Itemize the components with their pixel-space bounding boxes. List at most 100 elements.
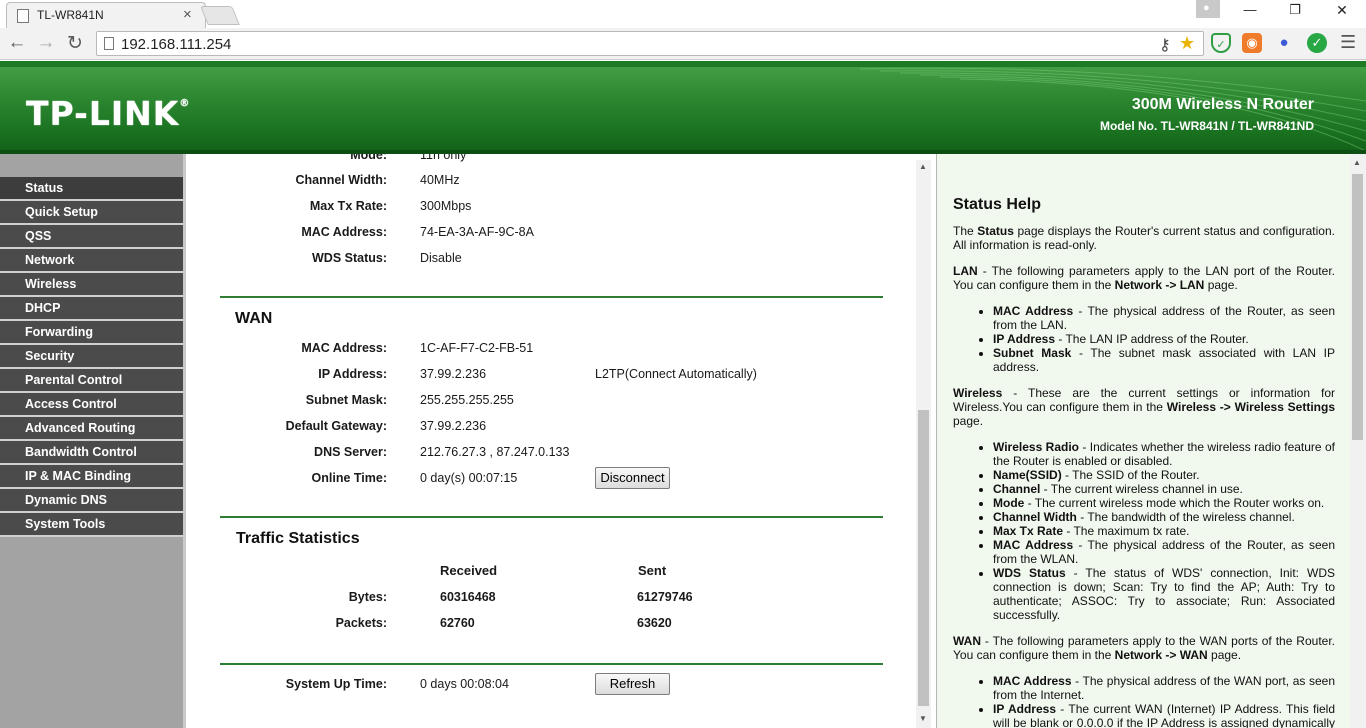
dns-server-label: DNS Server: bbox=[314, 445, 387, 459]
address-bar[interactable]: 192.168.111.254 ⚷ ★ bbox=[96, 31, 1204, 56]
list-item: WDS Status - The status of WDS' connecti… bbox=[993, 566, 1335, 622]
list-item: Wireless Radio - Indicates whether the w… bbox=[993, 440, 1335, 468]
system-uptime-label: System Up Time: bbox=[285, 677, 387, 691]
help-wan-paragraph: WAN - The following parameters apply to … bbox=[953, 634, 1335, 662]
menu-item-network[interactable]: Network bbox=[0, 249, 183, 273]
url-text[interactable]: 192.168.111.254 bbox=[121, 36, 231, 53]
reload-icon[interactable]: ↻ bbox=[64, 32, 86, 55]
help-text: - The LAN IP address of the Router. bbox=[1055, 332, 1249, 346]
menu-item-quick-setup[interactable]: Quick Setup bbox=[0, 201, 183, 225]
sent-column-header: Sent bbox=[638, 563, 667, 578]
menu-item-advanced-routing[interactable]: Advanced Routing bbox=[0, 417, 183, 441]
wan-subnet-mask-value: 255.255.255.255 bbox=[420, 393, 514, 407]
wan-subnet-mask-label: Subnet Mask: bbox=[305, 393, 387, 407]
online-time-label: Online Time: bbox=[311, 471, 387, 485]
scroll-up-arrow-icon[interactable]: ▲ bbox=[919, 162, 927, 171]
help-term: Channel bbox=[993, 482, 1041, 496]
help-term: Wireless Radio bbox=[993, 440, 1079, 454]
max-tx-rate-value: 300Mbps bbox=[420, 199, 472, 213]
wan-ip-label: IP Address: bbox=[318, 367, 387, 381]
menu-item-wireless[interactable]: Wireless bbox=[0, 273, 183, 297]
help-scrollbar[interactable]: ▲ bbox=[1350, 154, 1366, 728]
help-wan-list: MAC Address - The physical address of th… bbox=[953, 674, 1335, 728]
content-scrollbar-thumb[interactable] bbox=[918, 410, 929, 706]
wan-ip-value: 37.99.2.236 bbox=[420, 367, 487, 381]
menu-item-system-tools[interactable]: System Tools bbox=[0, 513, 183, 537]
wds-status-value: Disable bbox=[420, 251, 462, 265]
help-scroll-up-arrow-icon[interactable]: ▲ bbox=[1353, 158, 1361, 167]
tab-title: TL-WR841N bbox=[37, 8, 104, 22]
registered-mark: ® bbox=[179, 98, 191, 109]
bookmark-star-icon[interactable]: ★ bbox=[1179, 33, 1195, 54]
menu-item-dhcp[interactable]: DHCP bbox=[0, 297, 183, 321]
page-favicon-icon bbox=[17, 9, 29, 23]
wireless-mode-value: 11n only bbox=[420, 154, 467, 162]
tab-close-icon[interactable]: × bbox=[183, 6, 192, 23]
menu-item-access-control[interactable]: Access Control bbox=[0, 393, 183, 417]
key-icon[interactable]: ⚷ bbox=[1159, 35, 1171, 55]
close-window-button[interactable]: ✕ bbox=[1332, 2, 1352, 19]
profile-button[interactable]: ● bbox=[1196, 0, 1220, 18]
menu-item-qss[interactable]: QSS bbox=[0, 225, 183, 249]
help-text: - The bandwidth of the wireless channel. bbox=[1076, 510, 1295, 524]
product-name: 300M Wireless N Router bbox=[1131, 96, 1314, 113]
wireless-mode-label: Mode: bbox=[350, 154, 387, 162]
bytes-received-value: 60316468 bbox=[440, 590, 496, 604]
help-term: MAC Address bbox=[993, 674, 1072, 688]
browser-toolbar: ← → ↻ 192.168.111.254 ⚷ ★ bbox=[0, 28, 1366, 60]
help-term: WDS Status bbox=[993, 566, 1066, 580]
restore-button[interactable]: ❐ bbox=[1285, 2, 1305, 18]
logo-text: TP-LINK bbox=[26, 94, 180, 133]
help-term: IP Address bbox=[993, 702, 1056, 716]
help-term: Network -> WAN bbox=[1114, 648, 1208, 662]
browser-tab[interactable]: TL-WR841N × bbox=[6, 2, 206, 28]
check-extension-icon[interactable]: ✓ bbox=[1307, 33, 1327, 53]
packets-label: Packets: bbox=[335, 616, 387, 630]
list-item: Channel - The current wireless channel i… bbox=[993, 482, 1335, 496]
menu-item-parental-control[interactable]: Parental Control bbox=[0, 369, 183, 393]
new-tab-button[interactable] bbox=[200, 6, 240, 25]
help-text: - The SSID of the Router. bbox=[1061, 468, 1200, 482]
refresh-button[interactable]: Refresh bbox=[595, 673, 670, 695]
help-scrollbar-thumb[interactable] bbox=[1352, 174, 1363, 440]
list-item: MAC Address - The physical address of th… bbox=[993, 538, 1335, 566]
menu-item-security[interactable]: Security bbox=[0, 345, 183, 369]
microphone-extension-icon[interactable]: ● bbox=[1274, 33, 1294, 53]
content-scrollbar[interactable]: ▲ ▼ bbox=[916, 160, 931, 728]
wan-connection-type: L2TP(Connect Automatically) bbox=[595, 367, 757, 381]
traffic-statistics-title: Traffic Statistics bbox=[236, 530, 360, 547]
menu-item-bandwidth-control[interactable]: Bandwidth Control bbox=[0, 441, 183, 465]
forward-arrow-icon[interactable]: → bbox=[35, 32, 57, 54]
menu-item-status[interactable]: Status bbox=[0, 177, 183, 201]
browser-menu-icon[interactable]: ☰ bbox=[1340, 32, 1356, 53]
default-gateway-value: 37.99.2.236 bbox=[420, 419, 487, 433]
disconnect-button[interactable]: Disconnect bbox=[595, 467, 670, 489]
list-item: Subnet Mask - The subnet mask associated… bbox=[993, 346, 1335, 374]
back-arrow-icon[interactable]: ← bbox=[6, 32, 28, 54]
wireless-mac-value: 74-EA-3A-AF-9C-8A bbox=[420, 225, 534, 239]
received-column-header: Received bbox=[440, 563, 498, 578]
help-term: Wireless bbox=[953, 386, 1003, 400]
menu-item-forwarding[interactable]: Forwarding bbox=[0, 321, 183, 345]
help-lan-paragraph: LAN - The following parameters apply to … bbox=[953, 264, 1335, 292]
help-text: page. bbox=[1207, 648, 1242, 662]
orange-extension-icon[interactable]: ◉ bbox=[1242, 33, 1262, 53]
help-term: Wireless -> Wireless Settings bbox=[1166, 400, 1335, 414]
router-header: TP-LINK® 300M Wireless N Router Model No… bbox=[0, 61, 1366, 154]
shield-extension-icon[interactable]: ✓ bbox=[1211, 33, 1231, 53]
menu-item-ip-mac-binding[interactable]: IP & MAC Binding bbox=[0, 465, 183, 489]
minimize-button[interactable]: — bbox=[1240, 2, 1260, 17]
wan-section-title: WAN bbox=[235, 310, 273, 327]
help-term: MAC Address bbox=[993, 538, 1074, 552]
online-time-value: 0 day(s) 00:07:15 bbox=[420, 471, 518, 485]
page-info-icon[interactable] bbox=[104, 37, 114, 50]
menu-item-dynamic-dns[interactable]: Dynamic DNS bbox=[0, 489, 183, 513]
list-item: IP Address - The LAN IP address of the R… bbox=[993, 332, 1335, 346]
help-text: The bbox=[953, 224, 978, 238]
list-item: IP Address - The current WAN (Internet) … bbox=[993, 702, 1335, 728]
help-text: page. bbox=[1204, 278, 1238, 292]
help-term: LAN bbox=[953, 264, 978, 278]
help-pane: Status Help The Status page displays the… bbox=[936, 154, 1350, 728]
list-item: MAC Address - The physical address of th… bbox=[993, 674, 1335, 702]
scroll-down-arrow-icon[interactable]: ▼ bbox=[919, 714, 927, 723]
